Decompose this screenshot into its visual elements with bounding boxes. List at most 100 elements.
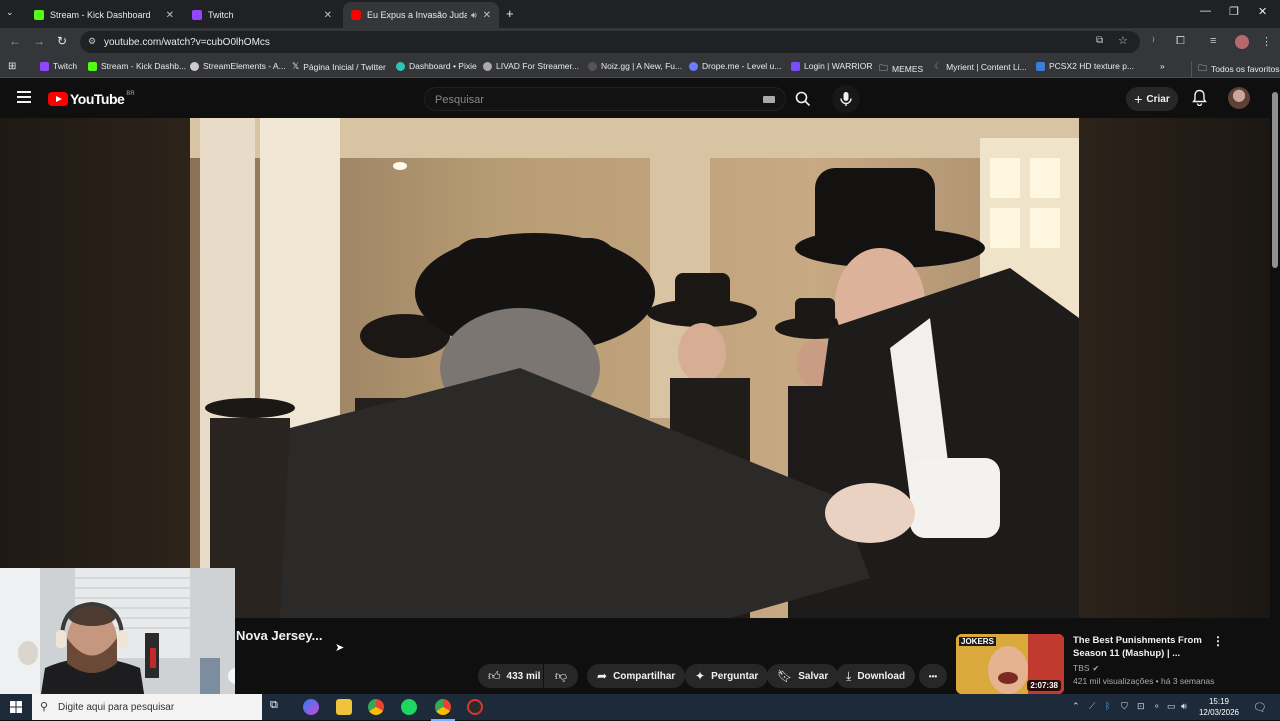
video-player[interactable] bbox=[190, 118, 1079, 618]
share-button[interactable]: ➦ Compartilhar bbox=[587, 664, 686, 688]
search-button[interactable] bbox=[786, 87, 820, 111]
new-tab-button[interactable]: + bbox=[506, 6, 514, 21]
suggested-video-channel[interactable]: TBS ✔ bbox=[1073, 663, 1099, 673]
notifications-bell-icon[interactable] bbox=[1192, 89, 1207, 111]
bookmark-pcsx2[interactable]: PCSX2 HD texture p... bbox=[1036, 61, 1134, 71]
pcsx2-icon bbox=[1036, 61, 1045, 71]
file-explorer-icon[interactable] bbox=[336, 699, 352, 715]
twitch-icon bbox=[40, 61, 49, 71]
youtube-favicon-icon bbox=[351, 10, 361, 20]
bookmark-warrior[interactable]: Login | WARRIOR bbox=[791, 61, 873, 71]
chrome-menu-icon[interactable]: ⋮ bbox=[1261, 35, 1272, 48]
bookmark-livad[interactable]: LIVAD For Streamer... bbox=[483, 61, 579, 71]
voice-search-button[interactable] bbox=[832, 85, 860, 113]
reload-icon[interactable]: ↻ bbox=[57, 34, 67, 48]
search-input[interactable] bbox=[435, 92, 735, 108]
suggestion-more-icon[interactable]: ⋮ bbox=[1212, 634, 1224, 648]
tab-search-icon[interactable]: ⌄ bbox=[6, 7, 14, 18]
browser-toolbar: ← → ↻ ⚙ youtube.com/watch?v=cubO0lhOMcs … bbox=[0, 28, 1280, 56]
like-button[interactable]: 👍︎ 433 mil bbox=[478, 664, 543, 688]
notifications-icon[interactable]: 🗨︎ bbox=[1253, 701, 1267, 714]
bookmark-folder-memes[interactable]: 🗀 MEMES bbox=[879, 61, 923, 77]
windows-start-icon[interactable] bbox=[0, 694, 32, 720]
bookmark-star-icon[interactable]: ☆ bbox=[1118, 34, 1128, 47]
tray-device-icon[interactable]: ⊡ bbox=[1137, 701, 1145, 712]
thumbs-up-icon: 👍︎ bbox=[488, 668, 501, 683]
bluetooth-icon[interactable]: ᛒ bbox=[1105, 701, 1110, 711]
tray-app-icon[interactable]: ⟋ bbox=[1089, 701, 1095, 712]
system-clock[interactable]: 15:19 12/03/2026 bbox=[1196, 696, 1242, 718]
site-info-icon[interactable]: ⚙ bbox=[88, 36, 96, 47]
share-arrow-icon: ➦ bbox=[597, 669, 608, 683]
task-view-icon[interactable]: ⧉ bbox=[270, 699, 286, 715]
volume-icon[interactable]: 🔊︎ bbox=[1181, 701, 1187, 712]
close-tab-icon[interactable]: ✕ bbox=[483, 10, 491, 21]
close-tab-icon[interactable]: ✕ bbox=[324, 10, 332, 21]
drope-icon bbox=[689, 61, 698, 71]
forward-icon[interactable]: → bbox=[33, 34, 45, 48]
back-icon[interactable]: ← bbox=[9, 34, 21, 48]
network-icon[interactable]: ▭ bbox=[1167, 701, 1176, 712]
bookmark-noiz[interactable]: Noiz.gg | A New, Fu... bbox=[588, 61, 682, 71]
microphone-tray-icon[interactable]: ⚬ bbox=[1153, 701, 1161, 712]
ask-button[interactable]: ✦ Perguntar bbox=[685, 664, 769, 688]
profile-avatar[interactable] bbox=[1235, 35, 1249, 49]
save-button[interactable]: 🔖︎ Salvar bbox=[767, 664, 839, 688]
all-bookmarks-folder[interactable]: 🗀 Todos os favoritos bbox=[1191, 61, 1280, 77]
tab-youtube-active[interactable]: Eu Expus a Invasão Judaica 🔊︎ ✕ bbox=[343, 2, 499, 28]
apps-grid-icon[interactable]: ⊞ bbox=[8, 61, 16, 72]
obs-icon[interactable] bbox=[467, 699, 483, 715]
tab-kick-dashboard[interactable]: Stream - Kick Dashboard ✕ bbox=[26, 2, 182, 28]
url-text[interactable]: youtube.com/watch?v=cubO0lhOMcs bbox=[104, 37, 270, 48]
bookmark-drope[interactable]: Drope.me - Level u... bbox=[689, 61, 781, 71]
reading-list-icon[interactable]: ≡ bbox=[1210, 35, 1216, 47]
hamburger-menu-icon[interactable] bbox=[17, 91, 31, 103]
extensions-icon[interactable]: ⧠ bbox=[1176, 35, 1185, 48]
chrome-active-icon[interactable] bbox=[431, 699, 455, 721]
restore-window-button[interactable]: ❐ bbox=[1229, 5, 1239, 18]
minimize-window-button[interactable]: — bbox=[1200, 5, 1211, 17]
bookmarks-bar: ⊞ Twitch Stream - Kick Dashb... StreamEl… bbox=[0, 56, 1280, 78]
kick-favicon-icon bbox=[34, 10, 44, 20]
bookmark-myrient[interactable]: ☾ Myrient | Content Li... bbox=[934, 61, 1027, 72]
ambient-glow-left bbox=[0, 118, 190, 568]
create-button[interactable]: + Criar bbox=[1126, 87, 1178, 111]
bookmark-kick[interactable]: Stream - Kick Dashb... bbox=[88, 61, 186, 71]
bookmark-pixie[interactable]: Dashboard • Pixie bbox=[396, 61, 477, 71]
install-app-icon[interactable]: ⧉ bbox=[1096, 35, 1103, 46]
x-logo-icon: 𝕏 bbox=[292, 61, 300, 71]
tray-shield-icon[interactable]: ⛉ bbox=[1121, 701, 1128, 712]
page-scrollbar[interactable] bbox=[1270, 88, 1280, 688]
copilot-icon[interactable] bbox=[303, 699, 319, 715]
youtube-logo[interactable]: YouTube BR bbox=[48, 91, 135, 107]
tray-overflow-icon[interactable]: ⌃ bbox=[1072, 701, 1080, 712]
bookmark-twitter[interactable]: 𝕏 Página Inicial / Twitter bbox=[292, 61, 386, 72]
dislike-button[interactable]: 👎︎ bbox=[544, 664, 578, 688]
download-button[interactable]: ⤓ Download bbox=[836, 664, 916, 688]
extension-audio-icon[interactable]: ⁾ bbox=[1152, 35, 1155, 48]
bookmarks-overflow-button[interactable]: » bbox=[1160, 61, 1165, 71]
user-avatar[interactable] bbox=[1228, 87, 1250, 109]
bookmark-twitch[interactable]: Twitch bbox=[40, 61, 77, 71]
taskbar-search-box[interactable]: ⚲ Digite aqui para pesquisar bbox=[32, 694, 262, 720]
close-tab-icon[interactable]: ✕ bbox=[166, 10, 174, 21]
youtube-header: YouTube BR + Criar bbox=[0, 78, 1280, 118]
chrome-icon[interactable] bbox=[368, 699, 384, 715]
verified-icon: ✔ bbox=[1092, 663, 1100, 673]
address-bar[interactable]: ⚙ youtube.com/watch?v=cubO0lhOMcs ⧉ ☆ bbox=[80, 31, 1140, 53]
spotify-icon[interactable] bbox=[401, 699, 417, 715]
suggested-video-title[interactable]: The Best Punishments From Season 11 (Mas… bbox=[1073, 634, 1213, 660]
webcam-frame bbox=[0, 568, 235, 700]
suggested-video-thumbnail[interactable]: JOKERS 2:07:38 bbox=[956, 634, 1064, 694]
scrollbar-thumb[interactable] bbox=[1272, 92, 1278, 268]
audio-playing-icon[interactable]: 🔊︎ bbox=[471, 10, 477, 21]
search-box[interactable] bbox=[424, 87, 786, 111]
thumbs-down-icon: 👎︎ bbox=[554, 668, 568, 683]
more-actions-button[interactable]: ••• bbox=[919, 664, 947, 688]
bookmark-streamelements[interactable]: StreamElements - A... bbox=[190, 61, 286, 71]
ambient-glow-right bbox=[1079, 118, 1270, 618]
close-window-button[interactable]: ✕ bbox=[1258, 5, 1267, 18]
livad-icon bbox=[483, 61, 492, 71]
keyboard-icon[interactable] bbox=[763, 96, 775, 103]
tab-twitch[interactable]: Twitch ✕ bbox=[184, 2, 340, 28]
